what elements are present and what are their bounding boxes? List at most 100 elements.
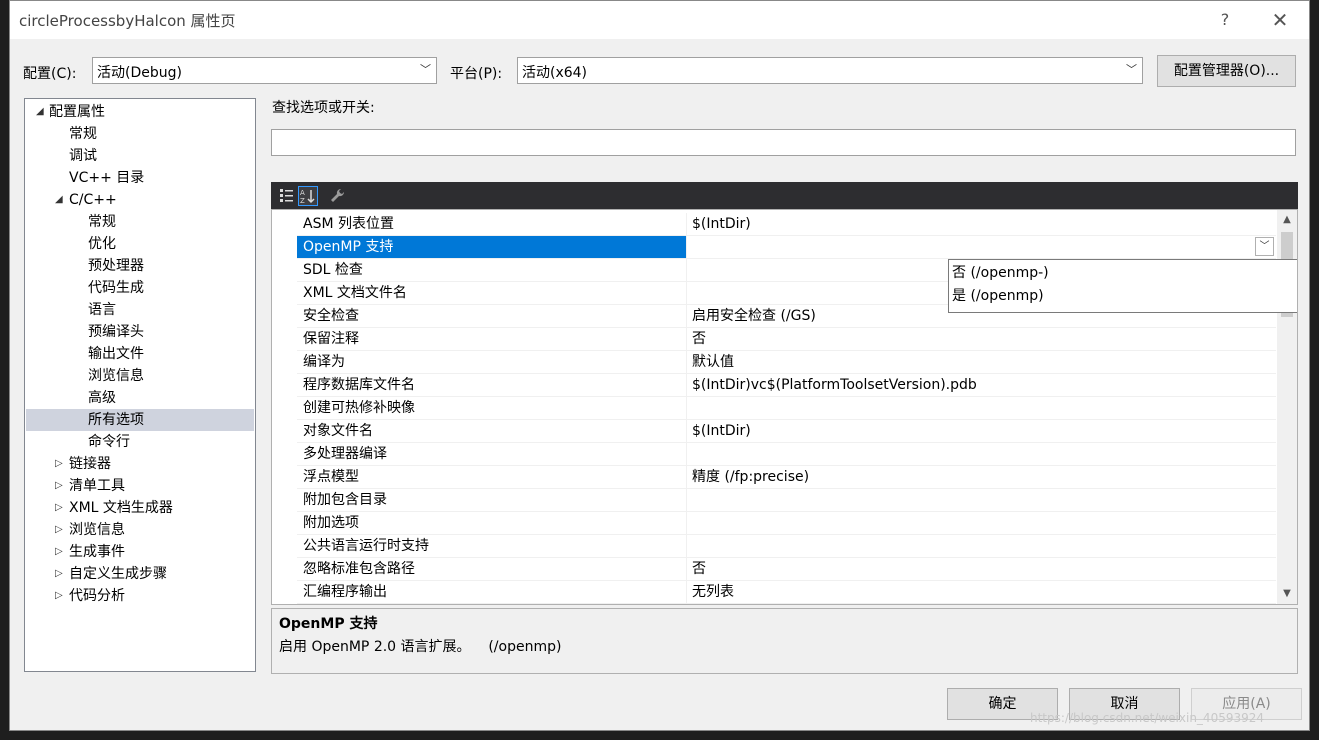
tree-item[interactable]: 命令行	[26, 431, 254, 453]
alphabetical-icon[interactable]: A Z	[298, 186, 318, 206]
expand-icon[interactable]: ▷	[55, 519, 63, 541]
property-value[interactable]: $(IntDir)	[688, 420, 1276, 442]
property-row[interactable]: 附加包含目录	[297, 489, 1276, 512]
search-input[interactable]	[271, 129, 1296, 156]
tree-item[interactable]: 优化	[26, 233, 254, 255]
expand-icon[interactable]: ▷	[55, 453, 63, 475]
tree-item-label: 预编译头	[88, 324, 144, 340]
expand-icon[interactable]: ▷	[55, 475, 63, 497]
tree-item-label: XML 文档生成器	[69, 500, 173, 516]
dropdown-option[interactable]: 否 (/openmp-)	[949, 262, 1297, 285]
property-name: 公共语言运行时支持	[297, 535, 687, 557]
property-value[interactable]	[688, 397, 1276, 419]
property-value[interactable]: 否	[688, 328, 1276, 350]
tree-item[interactable]: ◢ C/C++	[26, 189, 254, 211]
property-name: 忽略标准包含路径	[297, 558, 687, 580]
property-value[interactable]	[688, 489, 1276, 511]
tree-item[interactable]: 预编译头	[26, 321, 254, 343]
property-value[interactable]	[688, 236, 1276, 258]
tree-item[interactable]: ▷ 代码分析	[26, 585, 254, 607]
property-value[interactable]: $(IntDir)vc$(PlatformToolsetVersion).pdb	[688, 374, 1276, 396]
scroll-down-icon[interactable]: ▼	[1277, 584, 1297, 604]
tree-item-label: 浏览信息	[88, 368, 144, 384]
property-row[interactable]: 浮点模型 精度 (/fp:precise)	[297, 466, 1276, 489]
property-name: 安全检查	[297, 305, 687, 327]
tree-item[interactable]: 预处理器	[26, 255, 254, 277]
categorized-icon[interactable]	[277, 186, 297, 206]
property-value[interactable]	[688, 535, 1276, 557]
config-select[interactable]: 活动(Debug) ﹀	[92, 57, 437, 84]
configuration-manager-button[interactable]: 配置管理器(O)...	[1157, 55, 1296, 87]
property-row[interactable]: 创建可热修补映像	[297, 397, 1276, 420]
property-row[interactable]: ASM 列表位置 $(IntDir)	[297, 213, 1276, 236]
tree-item[interactable]: VC++ 目录	[26, 167, 254, 189]
watermark: https://blog.csdn.net/weixin_40593924	[1030, 711, 1265, 725]
property-name: XML 文档文件名	[297, 282, 687, 304]
tree-item[interactable]: ▷ 链接器	[26, 453, 254, 475]
property-row[interactable]: 编译为 默认值	[297, 351, 1276, 374]
tree-item[interactable]: 高级	[26, 387, 254, 409]
tree-item[interactable]: 浏览信息	[26, 365, 254, 387]
property-row[interactable]: 公共语言运行时支持	[297, 535, 1276, 558]
tree-item[interactable]: ◢ 配置属性	[26, 101, 254, 123]
chevron-down-icon: ﹀	[420, 63, 431, 76]
collapse-icon[interactable]: ◢	[55, 189, 63, 211]
property-row[interactable]: 对象文件名 $(IntDir)	[297, 420, 1276, 443]
property-value[interactable]	[688, 512, 1276, 534]
tree-item[interactable]: 所有选项	[26, 409, 254, 431]
expand-icon[interactable]: ▷	[55, 497, 63, 519]
expand-icon[interactable]: ▷	[55, 563, 63, 585]
wrench-icon[interactable]	[328, 186, 348, 206]
tree-item[interactable]: 输出文件	[26, 343, 254, 365]
tree-item[interactable]: 代码生成	[26, 277, 254, 299]
tree-item-label: 配置属性	[49, 104, 105, 120]
property-row[interactable]: 汇编程序输出 无列表	[297, 581, 1276, 604]
tree-item[interactable]: ▷ 自定义生成步骤	[26, 563, 254, 585]
tree-item[interactable]: ▷ 浏览信息	[26, 519, 254, 541]
tree-item[interactable]: 调试	[26, 145, 254, 167]
tree-item[interactable]: ▷ XML 文档生成器	[26, 497, 254, 519]
property-row[interactable]: 附加选项	[297, 512, 1276, 535]
dropdown-option[interactable]: 是 (/openmp)	[949, 285, 1297, 308]
tree-item-label: 浏览信息	[69, 522, 125, 538]
expand-icon[interactable]: ▷	[55, 585, 63, 607]
property-row[interactable]: 忽略标准包含路径否	[297, 558, 1276, 581]
platform-value: 活动(x64)	[522, 65, 588, 81]
collapse-icon[interactable]: ◢	[36, 101, 44, 123]
expand-icon[interactable]: ▷	[55, 541, 63, 563]
category-tree: ◢ 配置属性 常规 调试 VC++ 目录 ◢ C/C++ 常规 优化 预处理器 代码生成 语言 预编译头…	[24, 98, 256, 672]
tree-item-label: 代码生成	[88, 280, 144, 296]
description-text: 启用 OpenMP 2.0 语言扩展。 (/openmp)	[279, 639, 562, 655]
platform-select[interactable]: 活动(x64) ﹀	[517, 57, 1143, 84]
property-value[interactable]	[688, 443, 1276, 465]
tree-item[interactable]: 语言	[26, 299, 254, 321]
property-name: OpenMP 支持	[297, 236, 687, 258]
scroll-up-icon[interactable]: ▲	[1277, 210, 1297, 230]
description-panel: OpenMP 支持 启用 OpenMP 2.0 语言扩展。 (/openmp)	[271, 608, 1298, 674]
property-row[interactable]: OpenMP 支持 ﹀	[297, 236, 1276, 259]
property-name: 附加选项	[297, 512, 687, 534]
property-value[interactable]: $(IntDir)	[688, 213, 1276, 235]
property-value[interactable]: 无列表	[688, 581, 1276, 603]
close-button[interactable]: ✕	[1265, 8, 1295, 32]
property-value[interactable]: 默认值	[688, 351, 1276, 373]
help-button[interactable]: ?	[1210, 8, 1240, 32]
tree-item-label: VC++ 目录	[69, 170, 145, 186]
tree-item-label: 命令行	[88, 434, 130, 450]
property-row[interactable]: 保留注释否	[297, 328, 1276, 351]
property-value[interactable]: 精度 (/fp:precise)	[688, 466, 1276, 488]
tree-item-label: 输出文件	[88, 346, 144, 362]
tree-item-label: 预处理器	[88, 258, 144, 274]
property-row[interactable]: 程序数据库文件名 $(IntDir)vc$(PlatformToolsetVers…	[297, 374, 1276, 397]
property-name: 多处理器编译	[297, 443, 687, 465]
property-value[interactable]: 否	[688, 558, 1276, 580]
property-grid-toolbar: A Z	[271, 182, 1298, 209]
tree-item[interactable]: ▷ 清单工具	[26, 475, 254, 497]
tree-item[interactable]: 常规	[26, 211, 254, 233]
property-row[interactable]: 多处理器编译	[297, 443, 1276, 466]
tree-item-label: 自定义生成步骤	[69, 566, 167, 582]
tree-item[interactable]: ▷ 生成事件	[26, 541, 254, 563]
chevron-down-icon[interactable]: ﹀	[1255, 237, 1274, 256]
tree-item[interactable]: 常规	[26, 123, 254, 145]
tree-item-label: 优化	[88, 236, 116, 252]
